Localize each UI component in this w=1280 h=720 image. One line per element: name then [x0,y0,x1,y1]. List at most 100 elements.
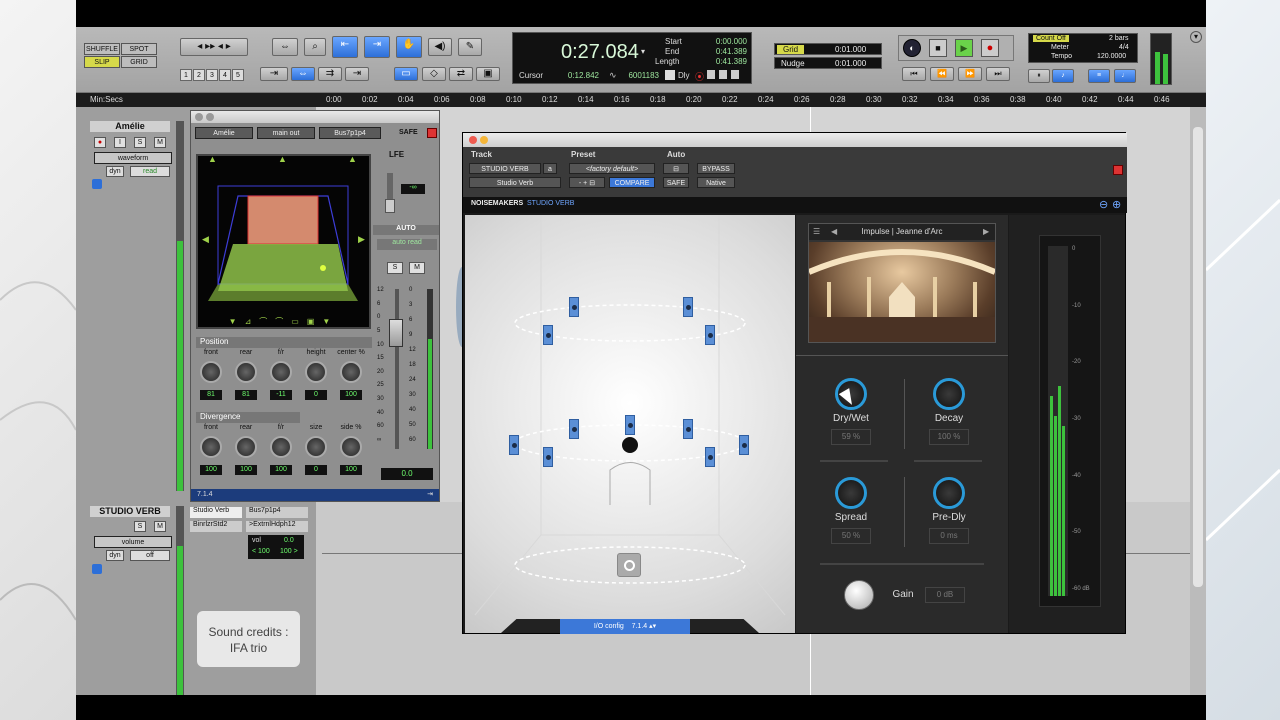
panner-titlebar[interactable] [191,111,439,123]
panner-3d-view[interactable]: ◀ ▶ ▲ ▲ ▲ ▼⊿⌒⌒▭▣▼ [196,154,371,329]
scroll-icon[interactable]: ⇄ [449,67,473,81]
loop-icon[interactable] [707,70,715,79]
automation-mode-select[interactable]: read [130,166,170,177]
divergence-knob[interactable] [200,436,222,458]
track2-solo-button[interactable]: S [134,521,146,532]
toolbar-menu-icon[interactable]: ▾ [1190,31,1202,43]
speaker-front-right[interactable] [683,419,693,439]
decay-value[interactable]: 100 % [929,429,969,445]
decay-knob[interactable] [933,378,965,410]
insert-binauralizer[interactable]: BinrlzrStd2 [190,521,242,532]
zoom-preset-5[interactable]: 5 [232,69,244,81]
zoom-preset-4[interactable]: 4 [219,69,231,81]
panner-link-icon[interactable]: ⇥ [427,489,433,501]
main-time-display[interactable]: 0:27.084 [561,41,639,64]
grid-value-field[interactable]: Grid 0:01.000 [774,43,882,55]
speaker-top-front-right[interactable] [683,297,693,317]
speaker-side-right[interactable] [739,435,749,455]
start-value[interactable]: 0:00.000 [697,37,747,46]
wait-for-note-icon[interactable]: ⏸ [1028,69,1050,83]
panner-mute-button[interactable]: M [409,262,425,274]
auto-mode-select[interactable]: auto read [377,239,437,250]
divergence-knob[interactable] [305,436,327,458]
divergence-value[interactable]: 100 [340,465,362,475]
divergence-value[interactable]: 100 [235,465,257,475]
midi-merge-icon[interactable]: ≡ [1088,69,1110,83]
mirror-edit-icon[interactable]: ▭ [394,67,418,81]
speaker-top-rear-left[interactable] [543,325,553,345]
meter-value[interactable]: 4/4 [1119,44,1129,51]
divergence-knob[interactable] [340,436,362,458]
position-knob[interactable] [305,361,327,383]
impulse-prev-icon[interactable]: ◀ [831,224,837,240]
fader-value[interactable]: 0.0 [381,468,433,480]
grid-mode-button[interactable]: GRID [121,56,157,68]
divergence-value[interactable]: 100 [200,465,222,475]
tab-to-transient-icon[interactable]: ⇥ [260,67,288,81]
selector-tool-icon[interactable]: ⇥ [364,36,390,58]
track2-dyn-button[interactable]: dyn [106,550,124,561]
pre-post-roll-icon[interactable] [665,70,675,80]
scroll-thumb[interactable] [1193,127,1203,587]
plugin-track-select[interactable]: STUDIO VERB [469,163,541,174]
panner-mode-icons[interactable]: ▼⊿⌒⌒▭▣▼ [198,316,369,327]
position-knob[interactable] [235,361,257,383]
track-name-amelie[interactable]: Amélie [90,121,170,132]
track-view-select[interactable]: waveform [94,152,172,164]
position-value[interactable]: 81 [235,390,257,400]
speaker-rear-right[interactable] [705,447,715,467]
zoom-normal-button[interactable]: ⇔ [272,38,298,56]
panner-solo-button[interactable]: S [387,262,403,274]
mute-button[interactable]: M [154,137,166,148]
dry-wet-value[interactable]: 59 % [831,429,871,445]
spread-knob[interactable] [835,477,867,509]
divergence-value[interactable]: 100 [270,465,292,475]
panner-minimize-icon[interactable] [206,113,214,121]
spot-mode-button[interactable]: SPOT [121,43,157,55]
stop-button[interactable]: ■ [929,39,947,57]
metronome-icon[interactable]: ♪ [1052,69,1074,83]
position-knob[interactable] [200,361,222,383]
play-button[interactable]: ▶ [955,39,973,57]
pencil-tool-icon[interactable]: ✎ [458,38,482,56]
zoom-tool-icon[interactable]: ⌕ [304,38,326,56]
counter-dropdown-icon[interactable]: ▾ [641,47,645,56]
divergence-value[interactable]: 0 [305,465,327,475]
speaker-rear-left[interactable] [543,447,553,467]
pre-delay-knob[interactable] [933,477,965,509]
gain-value[interactable]: 0 dB [925,587,965,603]
position-value[interactable]: 100 [340,390,362,400]
zoom-preset-1[interactable]: 1 [180,69,192,81]
shuffle-mode-button[interactable]: SHUFFLE [84,43,120,55]
plugin-close-icon[interactable] [469,136,477,144]
position-value[interactable]: 81 [200,390,222,400]
quickpunch-icon[interactable] [731,70,739,79]
link-timeline-icon[interactable]: ⇔ [291,67,315,81]
lfe-speaker-icon[interactable] [617,553,641,577]
window-config-icon[interactable]: ▣ [476,67,500,81]
elastic-audio-icon[interactable] [92,179,102,189]
link-track-icon[interactable]: ⇉ [318,67,342,81]
plugin-safe-button[interactable]: SAFE [663,177,689,188]
zoom-preset-2[interactable]: 2 [193,69,205,81]
rewind-icon[interactable]: ⏪ [930,67,954,81]
compare-button[interactable]: COMPARE [609,177,655,188]
conductor-icon[interactable]: ♩ [1114,69,1136,83]
plugin-insert-select[interactable]: Studio Verb [469,177,561,188]
position-value[interactable]: 0 [305,390,327,400]
speaker-front-left[interactable] [569,419,579,439]
io-config-selector[interactable]: I/O config 7.1.4 ▴▾ [560,619,690,634]
zoom-buttons[interactable]: ◂ ▸▸ ◂ ▸ [180,38,248,56]
scrubber-tool-icon[interactable]: ◀) [428,38,452,56]
solo-button[interactable]: S [134,137,146,148]
plugin-titlebar[interactable] [463,133,1127,147]
rtz-icon[interactable]: ⏮ [902,67,926,81]
position-value[interactable]: -11 [270,390,292,400]
panner-close-icon[interactable] [195,113,203,121]
panner-bus-select[interactable]: Bus7p1p4 [319,127,381,139]
lfe-value[interactable]: -∞ [401,184,425,194]
track-name-studio-verb[interactable]: STUDIO VERB [90,506,170,517]
bypass-button[interactable]: BYPASS [697,163,735,174]
input-monitor-button[interactable]: I [114,137,126,148]
spread-value[interactable]: 50 % [831,528,871,544]
